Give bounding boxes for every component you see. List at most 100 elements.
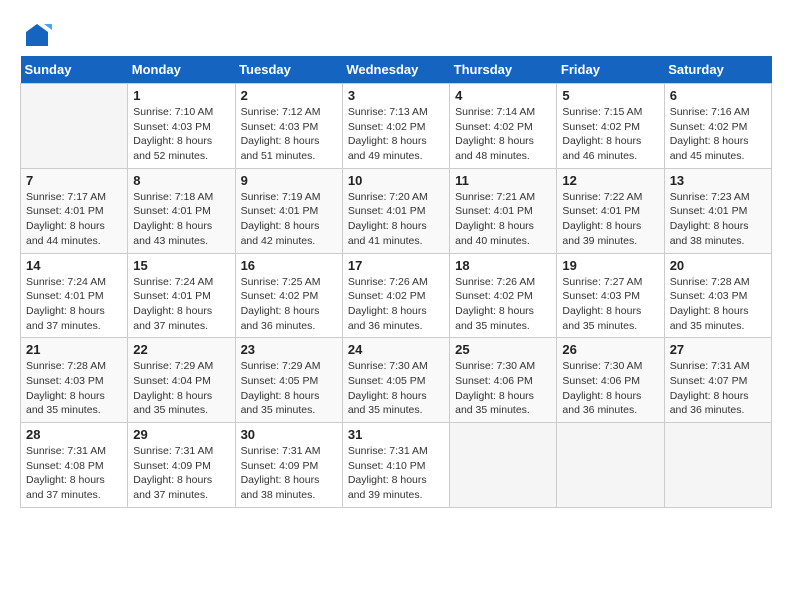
weekday-header-saturday: Saturday (664, 56, 771, 84)
day-info: Sunrise: 7:30 AM Sunset: 4:06 PM Dayligh… (562, 359, 658, 418)
day-number: 4 (455, 88, 551, 103)
day-info: Sunrise: 7:21 AM Sunset: 4:01 PM Dayligh… (455, 190, 551, 249)
day-number: 11 (455, 173, 551, 188)
day-number: 19 (562, 258, 658, 273)
day-info: Sunrise: 7:14 AM Sunset: 4:02 PM Dayligh… (455, 105, 551, 164)
calendar-cell: 23 Sunrise: 7:29 AM Sunset: 4:05 PM Dayli… (235, 338, 342, 423)
calendar-cell: 22 Sunrise: 7:29 AM Sunset: 4:04 PM Dayli… (128, 338, 235, 423)
calendar-cell: 2 Sunrise: 7:12 AM Sunset: 4:03 PM Daylig… (235, 84, 342, 169)
day-number: 10 (348, 173, 444, 188)
day-info: Sunrise: 7:31 AM Sunset: 4:09 PM Dayligh… (241, 444, 337, 503)
calendar-cell: 5 Sunrise: 7:15 AM Sunset: 4:02 PM Daylig… (557, 84, 664, 169)
day-number: 3 (348, 88, 444, 103)
calendar-cell: 3 Sunrise: 7:13 AM Sunset: 4:02 PM Daylig… (342, 84, 449, 169)
day-info: Sunrise: 7:17 AM Sunset: 4:01 PM Dayligh… (26, 190, 122, 249)
day-info: Sunrise: 7:31 AM Sunset: 4:08 PM Dayligh… (26, 444, 122, 503)
day-number: 13 (670, 173, 766, 188)
weekday-header-friday: Friday (557, 56, 664, 84)
day-info: Sunrise: 7:28 AM Sunset: 4:03 PM Dayligh… (26, 359, 122, 418)
calendar-week-2: 7 Sunrise: 7:17 AM Sunset: 4:01 PM Daylig… (21, 168, 772, 253)
day-info: Sunrise: 7:23 AM Sunset: 4:01 PM Dayligh… (670, 190, 766, 249)
calendar-cell: 26 Sunrise: 7:30 AM Sunset: 4:06 PM Dayli… (557, 338, 664, 423)
day-number: 21 (26, 342, 122, 357)
calendar-cell: 7 Sunrise: 7:17 AM Sunset: 4:01 PM Daylig… (21, 168, 128, 253)
day-info: Sunrise: 7:15 AM Sunset: 4:02 PM Dayligh… (562, 105, 658, 164)
calendar-cell (664, 423, 771, 508)
day-number: 1 (133, 88, 229, 103)
calendar-week-5: 28 Sunrise: 7:31 AM Sunset: 4:08 PM Dayli… (21, 423, 772, 508)
calendar-cell (557, 423, 664, 508)
logo (20, 20, 52, 46)
calendar-cell: 20 Sunrise: 7:28 AM Sunset: 4:03 PM Dayli… (664, 253, 771, 338)
weekday-header-monday: Monday (128, 56, 235, 84)
day-number: 20 (670, 258, 766, 273)
day-info: Sunrise: 7:25 AM Sunset: 4:02 PM Dayligh… (241, 275, 337, 334)
day-number: 8 (133, 173, 229, 188)
calendar-cell: 8 Sunrise: 7:18 AM Sunset: 4:01 PM Daylig… (128, 168, 235, 253)
day-number: 7 (26, 173, 122, 188)
logo-icon (22, 20, 52, 50)
day-info: Sunrise: 7:13 AM Sunset: 4:02 PM Dayligh… (348, 105, 444, 164)
day-number: 16 (241, 258, 337, 273)
calendar-cell: 24 Sunrise: 7:30 AM Sunset: 4:05 PM Dayli… (342, 338, 449, 423)
day-number: 30 (241, 427, 337, 442)
day-number: 24 (348, 342, 444, 357)
day-info: Sunrise: 7:26 AM Sunset: 4:02 PM Dayligh… (455, 275, 551, 334)
day-info: Sunrise: 7:28 AM Sunset: 4:03 PM Dayligh… (670, 275, 766, 334)
day-number: 14 (26, 258, 122, 273)
day-info: Sunrise: 7:30 AM Sunset: 4:06 PM Dayligh… (455, 359, 551, 418)
day-info: Sunrise: 7:31 AM Sunset: 4:10 PM Dayligh… (348, 444, 444, 503)
day-info: Sunrise: 7:31 AM Sunset: 4:09 PM Dayligh… (133, 444, 229, 503)
day-info: Sunrise: 7:18 AM Sunset: 4:01 PM Dayligh… (133, 190, 229, 249)
calendar-cell: 9 Sunrise: 7:19 AM Sunset: 4:01 PM Daylig… (235, 168, 342, 253)
calendar-cell (21, 84, 128, 169)
day-info: Sunrise: 7:24 AM Sunset: 4:01 PM Dayligh… (26, 275, 122, 334)
day-number: 26 (562, 342, 658, 357)
calendar-cell: 11 Sunrise: 7:21 AM Sunset: 4:01 PM Dayli… (450, 168, 557, 253)
calendar-cell: 12Sunrise: 7:22 AM Sunset: 4:01 PM Dayli… (557, 168, 664, 253)
calendar-cell: 28 Sunrise: 7:31 AM Sunset: 4:08 PM Dayli… (21, 423, 128, 508)
calendar-week-3: 14 Sunrise: 7:24 AM Sunset: 4:01 PM Dayli… (21, 253, 772, 338)
calendar-cell (450, 423, 557, 508)
weekday-header-wednesday: Wednesday (342, 56, 449, 84)
calendar-cell: 19 Sunrise: 7:27 AM Sunset: 4:03 PM Dayli… (557, 253, 664, 338)
day-number: 18 (455, 258, 551, 273)
day-number: 28 (26, 427, 122, 442)
day-number: 15 (133, 258, 229, 273)
day-info: Sunrise: 7:10 AM Sunset: 4:03 PM Dayligh… (133, 105, 229, 164)
day-number: 29 (133, 427, 229, 442)
calendar-cell: 29 Sunrise: 7:31 AM Sunset: 4:09 PM Dayli… (128, 423, 235, 508)
day-info: Sunrise: 7:26 AM Sunset: 4:02 PM Dayligh… (348, 275, 444, 334)
calendar-cell: 15 Sunrise: 7:24 AM Sunset: 4:01 PM Dayli… (128, 253, 235, 338)
day-info: Sunrise: 7:30 AM Sunset: 4:05 PM Dayligh… (348, 359, 444, 418)
day-info: Sunrise: 7:29 AM Sunset: 4:05 PM Dayligh… (241, 359, 337, 418)
calendar-cell: 1 Sunrise: 7:10 AM Sunset: 4:03 PM Daylig… (128, 84, 235, 169)
day-number: 17 (348, 258, 444, 273)
calendar-table: SundayMondayTuesdayWednesdayThursdayFrid… (20, 56, 772, 508)
calendar-week-1: 1 Sunrise: 7:10 AM Sunset: 4:03 PM Daylig… (21, 84, 772, 169)
calendar-cell: 6 Sunrise: 7:16 AM Sunset: 4:02 PM Daylig… (664, 84, 771, 169)
day-number: 23 (241, 342, 337, 357)
day-info: Sunrise: 7:24 AM Sunset: 4:01 PM Dayligh… (133, 275, 229, 334)
day-info: Sunrise: 7:12 AM Sunset: 4:03 PM Dayligh… (241, 105, 337, 164)
day-number: 25 (455, 342, 551, 357)
calendar-cell: 14 Sunrise: 7:24 AM Sunset: 4:01 PM Dayli… (21, 253, 128, 338)
calendar-cell: 17 Sunrise: 7:26 AM Sunset: 4:02 PM Dayli… (342, 253, 449, 338)
day-info: Sunrise: 7:16 AM Sunset: 4:02 PM Dayligh… (670, 105, 766, 164)
day-info: Sunrise: 7:19 AM Sunset: 4:01 PM Dayligh… (241, 190, 337, 249)
calendar-cell: 13 Sunrise: 7:23 AM Sunset: 4:01 PM Dayli… (664, 168, 771, 253)
page-header (20, 20, 772, 46)
calendar-cell: 4 Sunrise: 7:14 AM Sunset: 4:02 PM Daylig… (450, 84, 557, 169)
day-number: 2 (241, 88, 337, 103)
day-info: Sunrise: 7:27 AM Sunset: 4:03 PM Dayligh… (562, 275, 658, 334)
day-info: Sunrise: 7:20 AM Sunset: 4:01 PM Dayligh… (348, 190, 444, 249)
day-info: Sunrise: 7:29 AM Sunset: 4:04 PM Dayligh… (133, 359, 229, 418)
calendar-cell: 10 Sunrise: 7:20 AM Sunset: 4:01 PM Dayli… (342, 168, 449, 253)
day-number: 22 (133, 342, 229, 357)
weekday-header-thursday: Thursday (450, 56, 557, 84)
calendar-cell: 31Sunrise: 7:31 AM Sunset: 4:10 PM Dayli… (342, 423, 449, 508)
day-info: Sunrise: 7:31 AM Sunset: 4:07 PM Dayligh… (670, 359, 766, 418)
day-number: 5 (562, 88, 658, 103)
day-number: 6 (670, 88, 766, 103)
day-number: 9 (241, 173, 337, 188)
